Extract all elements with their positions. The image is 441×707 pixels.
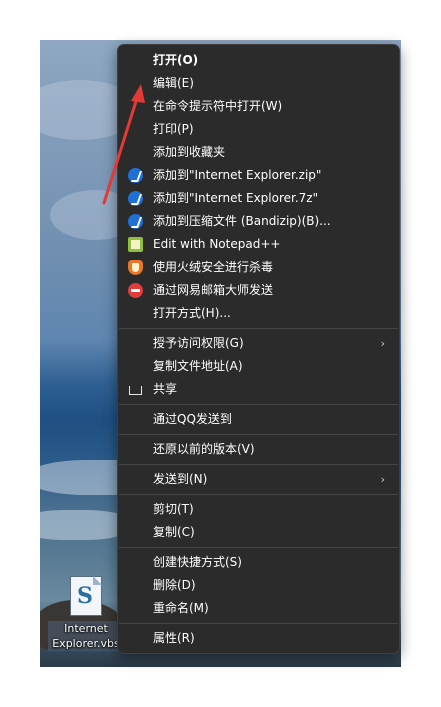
menu-item-label: 重命名(M) [153,601,209,615]
chevron-right-icon: › [380,473,385,486]
menu-item[interactable]: 打开方式(H)... [118,302,399,325]
bandizip-icon [128,214,143,229]
menu-item[interactable]: 编辑(E) [118,72,399,95]
menu-item-label: 通过QQ发送到 [153,412,232,426]
notepadpp-icon [128,237,143,252]
menu-item-label: 打开(O) [153,53,199,67]
menu-item-label: 发送到(N) [153,472,208,486]
menu-item[interactable]: 打印(P) [118,118,399,141]
menu-item[interactable]: 复制(C) [118,521,399,544]
menu-separator [119,434,398,435]
menu-item[interactable]: 属性(R) [118,627,399,650]
menu-item-label: 添加到"Internet Explorer.zip" [153,168,322,182]
menu-item[interactable]: 创建快捷方式(S) [118,551,399,574]
menu-item-label: 剪切(T) [153,502,194,516]
context-menu: 打开(O) 编辑(E) 在命令提示符中打开(W) 打印(P) 添加到收藏夹添加到"Int… [117,44,400,654]
menu-item[interactable]: 添加到收藏夹 [118,141,399,164]
desktop-file-vbs[interactable]: S Internet Explorer.vbs [48,574,124,664]
menu-item-label: Edit with Notepad++ [153,237,281,251]
menu-item-label: 打印(P) [153,122,194,136]
menu-item[interactable]: 添加到"Internet Explorer.7z" [118,187,399,210]
menu-item[interactable]: 重命名(M) [118,597,399,620]
menu-item[interactable]: 打开(O) [118,49,399,72]
menu-separator [119,494,398,495]
menu-item-label: 授予访问权限(G) [153,336,244,350]
menu-item[interactable]: 通过网易邮箱大师发送 [118,279,399,302]
menu-item[interactable]: 还原以前的版本(V) [118,438,399,461]
menu-item[interactable]: 发送到(N) › [118,468,399,491]
vbs-script-icon: S [70,576,102,616]
menu-item[interactable]: 在命令提示符中打开(W) [118,95,399,118]
menu-item-label: 通过网易邮箱大师发送 [153,283,274,297]
menu-item-label: 打开方式(H)... [153,306,231,320]
menu-item-label: 共享 [153,382,178,396]
menu-item-label: 还原以前的版本(V) [153,442,255,456]
menu-item-label: 删除(D) [153,578,196,592]
menu-item-label: 编辑(E) [153,76,194,90]
menu-item[interactable]: Edit with Notepad++ [118,233,399,256]
menu-item-label: 属性(R) [153,631,195,645]
menu-item[interactable]: 添加到压缩文件 (Bandizip)(B)... [118,210,399,233]
menu-item-label: 复制(C) [153,525,195,539]
menu-item-label: 添加到压缩文件 (Bandizip)(B)... [153,214,331,228]
menu-separator [119,464,398,465]
chevron-right-icon: › [380,337,385,350]
menu-item[interactable]: 授予访问权限(G) › [118,332,399,355]
menu-item-label: 使用火绒安全进行杀毒 [153,260,274,274]
menu-item[interactable]: 共享 [118,378,399,401]
bandizip-icon [128,191,143,206]
menu-item[interactable]: 删除(D) [118,574,399,597]
share-icon [128,382,143,397]
file-name-label: Internet Explorer.vbs [48,621,124,651]
menu-item-label: 在命令提示符中打开(W) [153,99,283,113]
menu-item[interactable]: 添加到"Internet Explorer.zip" [118,164,399,187]
menu-item-label: 添加到"Internet Explorer.7z" [153,191,319,205]
huorong-icon [128,260,143,275]
menu-separator [119,547,398,548]
menu-item[interactable]: 通过QQ发送到 [118,408,399,431]
menu-separator [119,404,398,405]
menu-item-label: 添加到收藏夹 [153,145,226,159]
bandizip-icon [128,168,143,183]
menu-item[interactable]: 使用火绒安全进行杀毒 [118,256,399,279]
menu-item-label: 复制文件地址(A) [153,359,243,373]
menu-separator [119,328,398,329]
menu-item-label: 创建快捷方式(S) [153,555,242,569]
menu-item[interactable]: 复制文件地址(A) [118,355,399,378]
menu-item[interactable]: 剪切(T) [118,498,399,521]
menu-separator [119,623,398,624]
netease-mail-icon [128,283,143,298]
